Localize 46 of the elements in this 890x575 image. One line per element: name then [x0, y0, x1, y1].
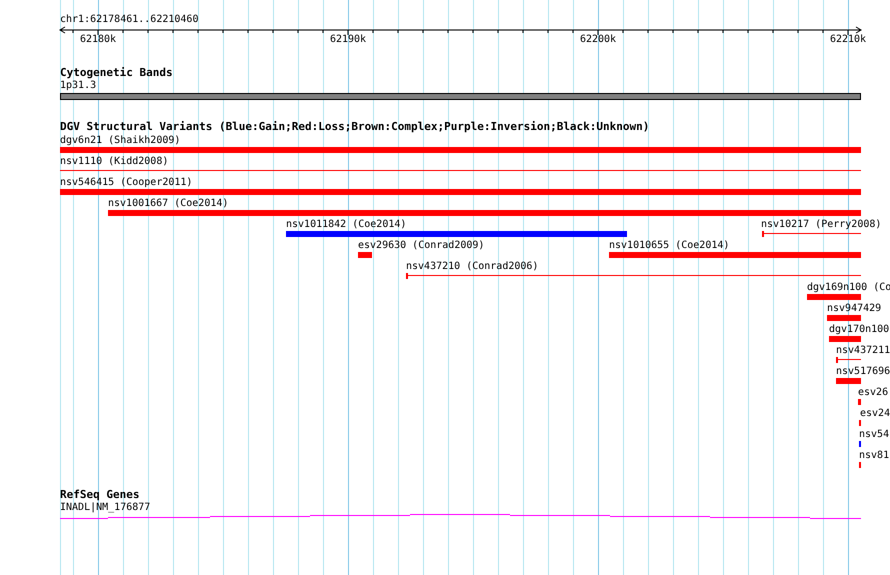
variant-label[interactable]: nsv1010655 (Coe2014): [609, 240, 730, 252]
band-label: 1p31.3: [60, 80, 96, 92]
variant-label[interactable]: nsv947429: [827, 303, 882, 315]
variant-bar[interactable]: [836, 378, 861, 384]
variant-label[interactable]: nsv517696: [836, 366, 890, 378]
variant-label[interactable]: nsv1001667 (Coe2014): [108, 198, 228, 210]
variant-bar[interactable]: [807, 294, 861, 300]
track-title: Cytogenetic Bands: [60, 67, 173, 79]
variant-line[interactable]: [762, 233, 861, 234]
variant-start-mark: [406, 273, 408, 279]
variant-bar[interactable]: [609, 252, 861, 258]
variant-bar[interactable]: [829, 336, 861, 342]
variant-bar[interactable]: [858, 399, 861, 405]
ruler-tick-label: 62200k: [580, 34, 616, 46]
variant-label[interactable]: nsv1011842 (Coe2014): [286, 219, 406, 231]
variant-label[interactable]: nsv81: [859, 450, 890, 462]
track-title: RefSeq Genes: [60, 489, 140, 501]
variant-line[interactable]: [406, 275, 861, 276]
variant-label[interactable]: esv26: [858, 387, 888, 399]
variant-label[interactable]: esv29630 (Conrad2009): [358, 240, 484, 252]
variant-start-mark: [836, 357, 838, 363]
variant-bar[interactable]: [60, 147, 861, 153]
gene-model-drawing[interactable]: [60, 514, 862, 520]
variant-label[interactable]: nsv54: [859, 429, 890, 441]
variant-line[interactable]: [836, 359, 861, 360]
variant-bar[interactable]: [108, 210, 861, 216]
variant-start-mark: [762, 231, 764, 237]
ruler-tick-label: 62180k: [80, 34, 116, 46]
variant-label[interactable]: nsv10217 (Perry2008): [761, 219, 882, 231]
variant-bar[interactable]: [827, 315, 861, 321]
variant-bar[interactable]: [358, 252, 372, 258]
variant-label[interactable]: dgv6n21 (Shaikh2009): [60, 135, 180, 147]
ruler-tick-label: 62210k: [830, 34, 866, 46]
variant-label[interactable]: nsv437210 (Conrad2006): [406, 261, 538, 273]
variant-label[interactable]: dgv170n100: [829, 324, 890, 336]
variant-label[interactable]: esv24: [860, 408, 890, 420]
variant-label[interactable]: nsv546415 (Cooper2011): [60, 177, 192, 189]
track-title: DGV Structural Variants (Blue:Gain;Red:Loss;Brown:Complex;Purple:Inversion;Black:Unknown): [60, 121, 650, 133]
variant-label[interactable]: nsv437211: [836, 345, 890, 357]
ruler-tick-label: 62190k: [330, 34, 366, 46]
variant-line[interactable]: [60, 170, 861, 171]
variant-label[interactable]: nsv1110 (Kidd2008): [60, 156, 168, 168]
range-label: chr1:62178461..62210460: [60, 14, 198, 26]
variant-bar[interactable]: [60, 189, 861, 195]
variant-bar[interactable]: [286, 231, 627, 237]
gene-label[interactable]: INADL|NM_176877: [60, 502, 150, 514]
